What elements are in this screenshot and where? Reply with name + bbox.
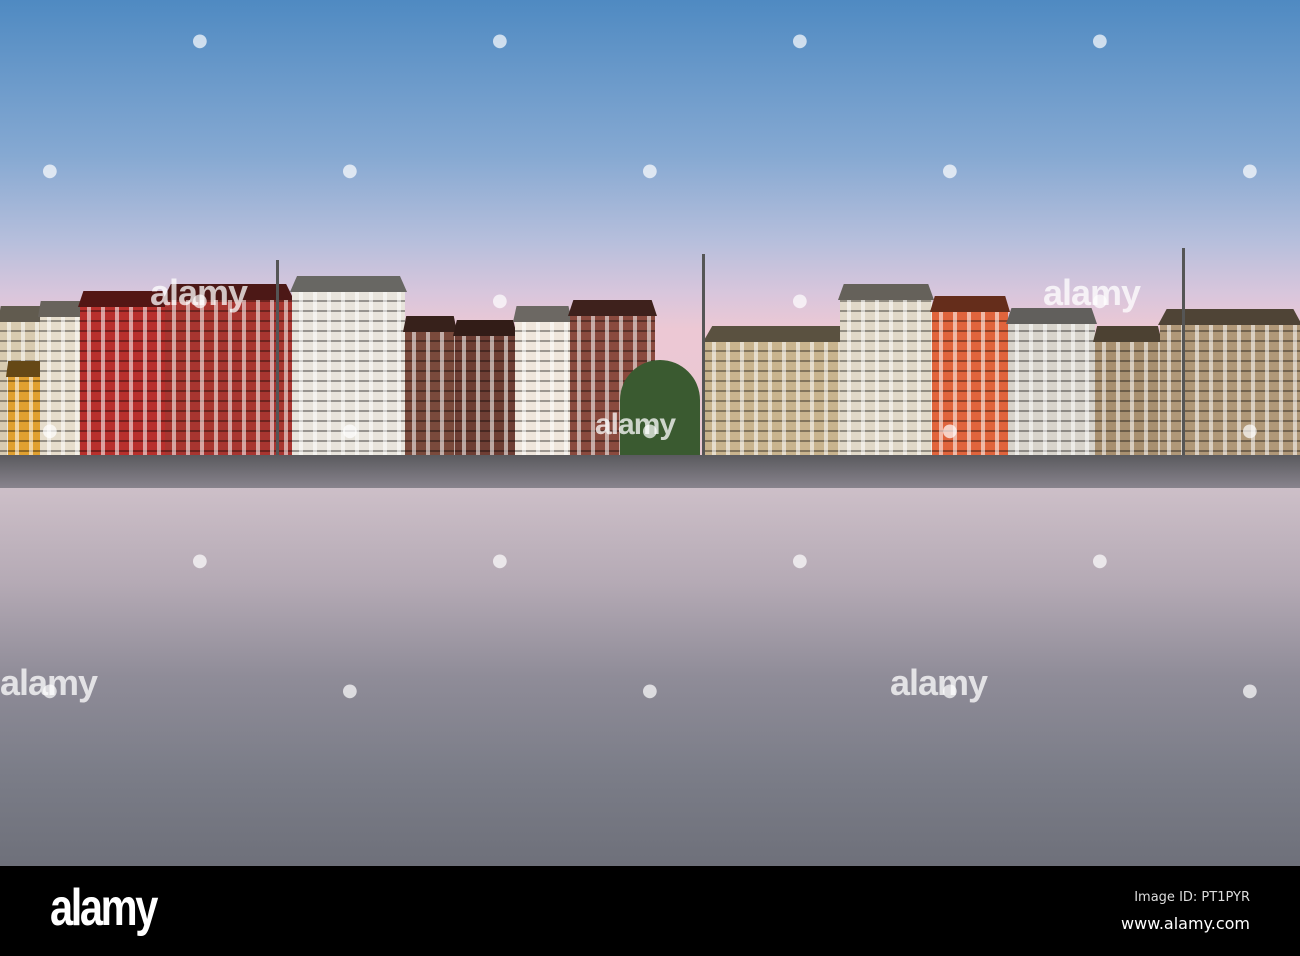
water-reflection: [0, 488, 1300, 866]
watermark-dot: ●: [192, 30, 208, 51]
watermark-dot: ●: [792, 290, 808, 311]
lamp-post: [1182, 248, 1185, 460]
waterfront-steps: [0, 455, 1300, 490]
watermark-dot: ●: [492, 550, 508, 571]
watermark-dot: ●: [942, 680, 958, 701]
watermark-dot: ●: [1242, 420, 1258, 441]
building: [8, 375, 40, 460]
watermark-dot: ●: [642, 420, 658, 441]
watermark-dot: ●: [42, 680, 58, 701]
watermark-dot: ●: [1092, 30, 1108, 51]
image-id: Image ID: PT1PYR: [1134, 890, 1250, 905]
building: [405, 330, 455, 460]
watermark-dot: ●: [942, 420, 958, 441]
building: [1008, 322, 1095, 460]
watermark-dot: ●: [342, 160, 358, 181]
photo-copenhagen-waterfront: alamy alamy alamy alamy alamy ● ● ● ● ● ● ● ● ● ●…: [0, 0, 1300, 866]
lamp-post: [276, 260, 279, 460]
building: [1095, 340, 1160, 460]
building: [705, 340, 855, 460]
watermark-dot: ●: [192, 290, 208, 311]
building: [455, 334, 515, 460]
footer-bar: alamy Image ID: PT1PYR www.alamy.com: [0, 866, 1300, 956]
building: [515, 320, 570, 460]
watermark-dot: ●: [1092, 550, 1108, 571]
lamp-post: [702, 254, 705, 460]
alamy-logo: alamy: [50, 879, 158, 937]
building-skyline: [0, 0, 1300, 460]
watermark-dot: ●: [492, 30, 508, 51]
watermark-dot: ●: [342, 420, 358, 441]
watermark-dot: ●: [1242, 160, 1258, 181]
building: [80, 305, 166, 460]
watermark-dot: ●: [42, 420, 58, 441]
watermark-dot: ●: [642, 160, 658, 181]
watermark: alamy: [890, 662, 988, 703]
watermark-dot: ●: [192, 550, 208, 571]
watermark-dot: ●: [1092, 290, 1108, 311]
watermark-dot: ●: [942, 160, 958, 181]
building: [1160, 323, 1300, 460]
watermark-dot: ●: [342, 680, 358, 701]
watermark-dot: ●: [492, 290, 508, 311]
watermark-dot: ●: [642, 680, 658, 701]
building: [840, 298, 932, 460]
building: [165, 298, 292, 460]
watermark: alamy: [595, 408, 676, 441]
watermark-dot: ●: [792, 30, 808, 51]
watermark-dot: ●: [792, 550, 808, 571]
watermark-dot: ●: [42, 160, 58, 181]
website-link: www.alamy.com: [1121, 914, 1250, 933]
watermark-dot: ●: [1242, 680, 1258, 701]
